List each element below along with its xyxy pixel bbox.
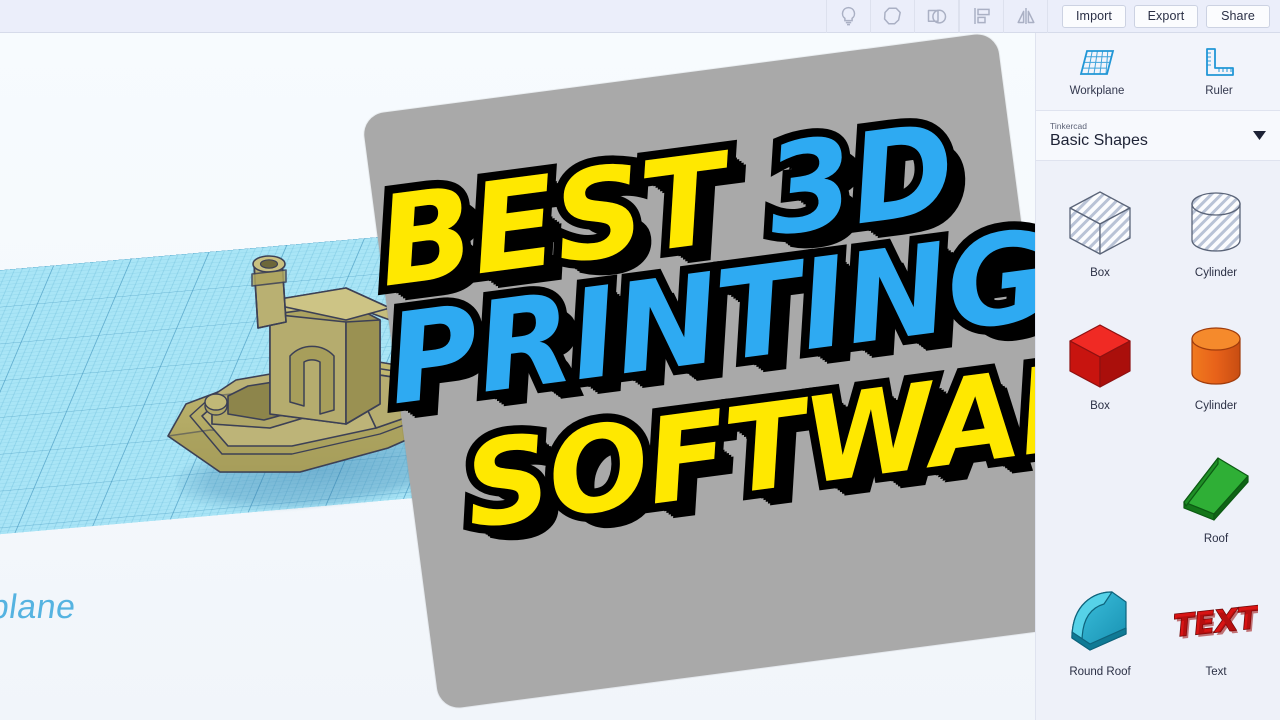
3d-viewport[interactable]: plane BEST 3D PRINTING SOFTWARE	[0, 33, 1035, 720]
cylinder-orange-icon	[1180, 310, 1252, 402]
shape-label: Cylinder	[1194, 400, 1238, 412]
light-icon[interactable]	[826, 0, 870, 33]
shape-label: Box	[1090, 400, 1110, 412]
cylinder-hatched-icon	[1180, 177, 1252, 269]
shape-text-red[interactable]: TEXT TEXT Text	[1158, 576, 1274, 709]
shape-label: Text	[1205, 666, 1227, 678]
toolbar-actions: Import Export Share	[1048, 0, 1280, 32]
library-collection: Basic Shapes	[1050, 131, 1148, 149]
share-button[interactable]: Share	[1206, 4, 1270, 28]
roof-green-icon	[1178, 443, 1254, 535]
workplane-tool-label: Workplane	[1069, 84, 1125, 97]
shapes-sidebar: Workplane Ruler Tinkercad Basic Shapes B…	[1035, 33, 1280, 720]
shape-label: Cylinder	[1194, 267, 1238, 279]
shape-box-red[interactable]: Box	[1042, 310, 1158, 443]
shape-round-roof[interactable]: Round Roof	[1042, 576, 1158, 709]
library-texts: Tinkercad Basic Shapes	[1050, 120, 1148, 150]
shape-label: Round Roof	[1069, 666, 1131, 678]
ruler-tool-label: Ruler	[1205, 84, 1233, 97]
ungroup-icon[interactable]	[914, 0, 958, 33]
workplane-grid-icon	[1079, 49, 1115, 75]
shape-label: Box	[1090, 267, 1110, 279]
helper-tools-row: Workplane Ruler	[1036, 33, 1280, 111]
shape-library-grid: Box Cylinder Box Cylinder Roof Round Roo…	[1036, 161, 1280, 720]
shape-box-hole[interactable]: Box	[1042, 177, 1158, 310]
chevron-down-icon[interactable]	[1253, 127, 1266, 145]
mirror-icon[interactable]	[1003, 0, 1047, 33]
align-icon[interactable]	[959, 0, 1003, 33]
shape-roof-spacer	[1042, 443, 1158, 576]
library-source: Tinkercad	[1050, 120, 1088, 131]
round-roof-cyan-icon	[1060, 576, 1140, 668]
shape-cylinder-hole[interactable]: Cylinder	[1158, 177, 1274, 310]
toolbar-left-spacer	[0, 0, 826, 32]
box-hatched-icon	[1062, 177, 1138, 269]
wedge-navy-icon	[1176, 709, 1256, 720]
workplane-tool[interactable]: Workplane	[1036, 33, 1158, 110]
shape-roof-green[interactable]: Roof	[1158, 443, 1274, 576]
workplane-label: plane	[0, 588, 79, 626]
app-window: plane BEST 3D PRINTING SOFTWARE Import E…	[0, 0, 1280, 720]
import-button[interactable]: Import	[1062, 4, 1126, 28]
ruler-icon	[1206, 47, 1234, 76]
text-red-icon: TEXT TEXT	[1174, 576, 1258, 668]
toolbar-icon-group	[826, 0, 1048, 33]
sphere-blue-icon	[1062, 709, 1138, 720]
shape-sphere-blue[interactable]	[1042, 709, 1158, 720]
box-red-icon	[1062, 310, 1138, 402]
shape-library-dropdown[interactable]: Tinkercad Basic Shapes	[1036, 111, 1280, 161]
top-toolbar: Import Export Share	[0, 0, 1280, 33]
export-button[interactable]: Export	[1134, 4, 1198, 28]
shape-label: Roof	[1203, 533, 1229, 545]
shape-wedge-navy[interactable]	[1158, 709, 1274, 720]
ruler-tool[interactable]: Ruler	[1158, 33, 1280, 110]
shape-cylinder-orange[interactable]: Cylinder	[1158, 310, 1274, 443]
group-icon[interactable]	[870, 0, 914, 33]
overlay-title: BEST 3D PRINTING SOFTWARE	[361, 89, 1035, 664]
